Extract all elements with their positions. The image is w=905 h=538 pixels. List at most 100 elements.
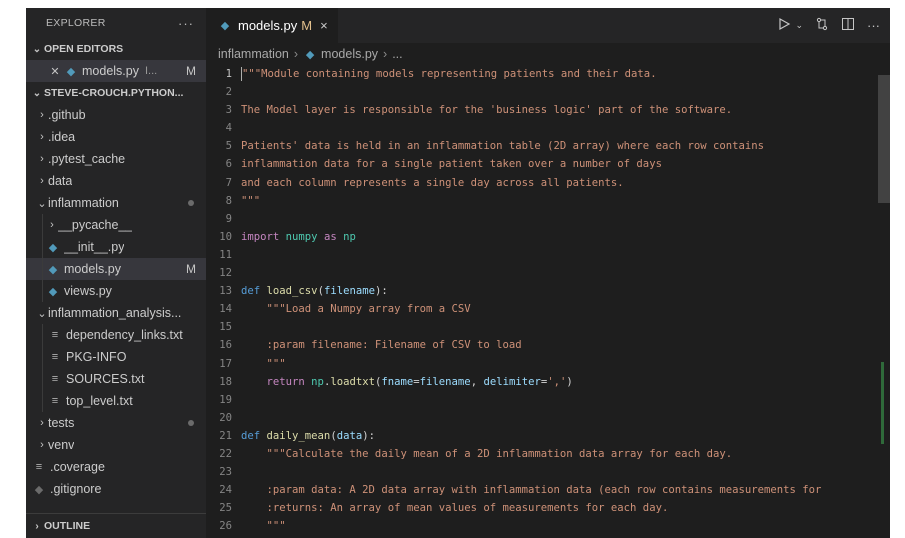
line-number: 23 bbox=[219, 466, 232, 479]
tree-item-inflammation-analysis[interactable]: ⌄ inflammation_analysis... bbox=[26, 302, 206, 324]
code-line[interactable]: 25 :returns: An array of mean values of … bbox=[206, 499, 876, 517]
more-actions-icon[interactable]: ··· bbox=[867, 18, 880, 33]
code-line[interactable]: 4 bbox=[206, 119, 876, 137]
tree-item-label: .gitignore bbox=[50, 482, 102, 496]
code-token: ',' bbox=[547, 375, 567, 388]
tree-item-label: tests bbox=[48, 416, 75, 430]
code-line[interactable]: 12 bbox=[206, 264, 876, 282]
code-line[interactable]: 6 inflammation data for a single patient … bbox=[206, 155, 876, 173]
tree-item-gitignore[interactable]: ◆ .gitignore bbox=[26, 478, 206, 500]
tree-item-github[interactable]: › .github bbox=[26, 104, 206, 126]
code-token: """ bbox=[241, 194, 261, 207]
run-icon[interactable] bbox=[777, 17, 791, 34]
code-line[interactable]: 5 Patients' data is held in an inflammati… bbox=[206, 137, 876, 155]
tree-item-dependency-links[interactable]: ≡ dependency_links.txt bbox=[26, 324, 206, 346]
tree-item-label: SOURCES.txt bbox=[66, 372, 145, 386]
code-line[interactable]: 14 """Load a Numpy array from a CSV bbox=[206, 300, 876, 318]
code-line[interactable]: 10 import numpy as np bbox=[206, 228, 876, 246]
modified-dot bbox=[188, 200, 194, 206]
code-token: """ bbox=[241, 357, 286, 370]
tree-item-pycache[interactable]: › __pycache__ bbox=[26, 214, 206, 236]
code-line[interactable]: 19 bbox=[206, 391, 876, 409]
vertical-scrollbar[interactable] bbox=[876, 65, 890, 538]
code-line[interactable]: 26 """ bbox=[206, 517, 876, 535]
code-line[interactable]: 21 def daily_mean(data): bbox=[206, 427, 876, 445]
python-file-icon: ◆ bbox=[48, 285, 58, 298]
code-token: daily_mean bbox=[266, 429, 331, 442]
code-line[interactable]: 9 bbox=[206, 210, 876, 228]
tree-item-top-level[interactable]: ≡ top_level.txt bbox=[26, 390, 206, 412]
code-line[interactable]: 16 :param filename: Filename of CSV to l… bbox=[206, 336, 876, 354]
tree-item-data[interactable]: › data bbox=[26, 170, 206, 192]
code-token: numpy bbox=[285, 230, 318, 243]
split-editor-icon[interactable] bbox=[841, 17, 855, 34]
code-line[interactable]: 11 bbox=[206, 246, 876, 264]
tree-item-init[interactable]: ◆ __init__.py bbox=[26, 236, 206, 258]
text-file-icon: ≡ bbox=[51, 351, 59, 363]
modified-badge: M bbox=[186, 64, 196, 78]
tree-item-inflammation[interactable]: ⌄ inflammation bbox=[26, 192, 206, 214]
code-token: as bbox=[323, 230, 337, 243]
tree-item-label: top_level.txt bbox=[66, 394, 133, 408]
code-line[interactable]: 3 The Model layer is responsible for the … bbox=[206, 101, 876, 119]
code-line[interactable]: 23 bbox=[206, 463, 876, 481]
tree-item-pkg-info[interactable]: ≡ PKG-INFO bbox=[26, 346, 206, 368]
code-token: inflammation data for a single patient t… bbox=[241, 158, 662, 171]
tree-item-label: .coverage bbox=[50, 460, 105, 474]
line-number: 22 bbox=[219, 447, 232, 460]
tab-label: models.py bbox=[238, 18, 298, 33]
code-line[interactable]: 15 bbox=[206, 318, 876, 336]
open-editors-section[interactable]: ⌄ OPEN EDITORS bbox=[26, 38, 206, 60]
text-file-icon: ≡ bbox=[51, 329, 59, 341]
code-line[interactable]: 7 and each column represents a single day… bbox=[206, 174, 876, 192]
tree-item-tests[interactable]: › tests bbox=[26, 412, 206, 434]
tree-item-label: .github bbox=[48, 108, 86, 122]
tab-models-py[interactable]: ◆ models.py M × bbox=[206, 8, 338, 43]
scrollbar-thumb[interactable] bbox=[878, 75, 890, 203]
text-file-icon: ≡ bbox=[51, 395, 59, 407]
code-line[interactable]: 1 """Module containing models representin… bbox=[206, 65, 876, 83]
close-icon[interactable]: ✕ bbox=[48, 65, 62, 78]
chevron-right-icon: › bbox=[40, 417, 44, 429]
compare-changes-icon[interactable] bbox=[815, 17, 829, 34]
line-number: 25 bbox=[219, 502, 232, 515]
chevron-right-icon: › bbox=[40, 175, 44, 187]
modified-dot bbox=[188, 420, 194, 426]
open-editor-filename: models.py bbox=[82, 64, 139, 78]
more-actions-icon[interactable]: ··· bbox=[178, 16, 194, 31]
tree-item-label: models.py bbox=[64, 262, 121, 276]
tab-bar: ◆ models.py M × ⌄ ··· bbox=[206, 8, 890, 43]
tree-item-idea[interactable]: › .idea bbox=[26, 126, 206, 148]
code-line[interactable]: 20 bbox=[206, 409, 876, 427]
tree-item-pytest-cache[interactable]: › .pytest_cache bbox=[26, 148, 206, 170]
code-token: ) bbox=[566, 375, 573, 388]
code-line[interactable]: 8 """ bbox=[206, 192, 876, 210]
open-editor-item-models[interactable]: ✕ ◆ models.py I... M bbox=[26, 60, 206, 82]
chevron-down-icon[interactable]: ⌄ bbox=[795, 20, 803, 31]
code-editor[interactable]: 1 """Module containing models representin… bbox=[206, 65, 876, 538]
tree-item-coverage[interactable]: ≡ .coverage bbox=[26, 456, 206, 478]
code-line[interactable]: 22 """Calculate the daily mean of a 2D i… bbox=[206, 445, 876, 463]
breadcrumb-file[interactable]: models.py bbox=[321, 47, 378, 61]
indent-guide bbox=[42, 368, 43, 390]
code-line[interactable]: 24 :param data: A 2D data array with inf… bbox=[206, 481, 876, 499]
tree-item-models[interactable]: ◆ models.py M bbox=[26, 258, 206, 280]
code-token: and each column represents a single day … bbox=[241, 176, 624, 189]
code-text: Patients' data is held in an inflammatio… bbox=[241, 137, 764, 155]
tree-item-views[interactable]: ◆ views.py bbox=[26, 280, 206, 302]
code-line[interactable]: 13 def load_csv(filename): bbox=[206, 282, 876, 300]
tree-item-sources[interactable]: ≡ SOURCES.txt bbox=[26, 368, 206, 390]
tree-item-venv[interactable]: › venv bbox=[26, 434, 206, 456]
code-line[interactable]: 17 """ bbox=[206, 355, 876, 373]
close-icon[interactable]: × bbox=[320, 18, 328, 33]
breadcrumb-folder[interactable]: inflammation bbox=[218, 47, 289, 61]
indent-guide bbox=[42, 214, 43, 236]
code-line[interactable]: 2 bbox=[206, 83, 876, 101]
project-section[interactable]: ⌄ STEVE-CROUCH.PYTHON... bbox=[26, 82, 206, 104]
code-token: """Module containing models representing… bbox=[242, 68, 657, 80]
code-token: np bbox=[343, 230, 356, 243]
outline-section[interactable]: › OUTLINE bbox=[26, 513, 206, 538]
code-line[interactable]: 18 return np.loadtxt(fname=filename, del… bbox=[206, 373, 876, 391]
tree-item-label: inflammation bbox=[48, 196, 119, 210]
breadcrumb-symbols[interactable]: ... bbox=[392, 47, 402, 61]
